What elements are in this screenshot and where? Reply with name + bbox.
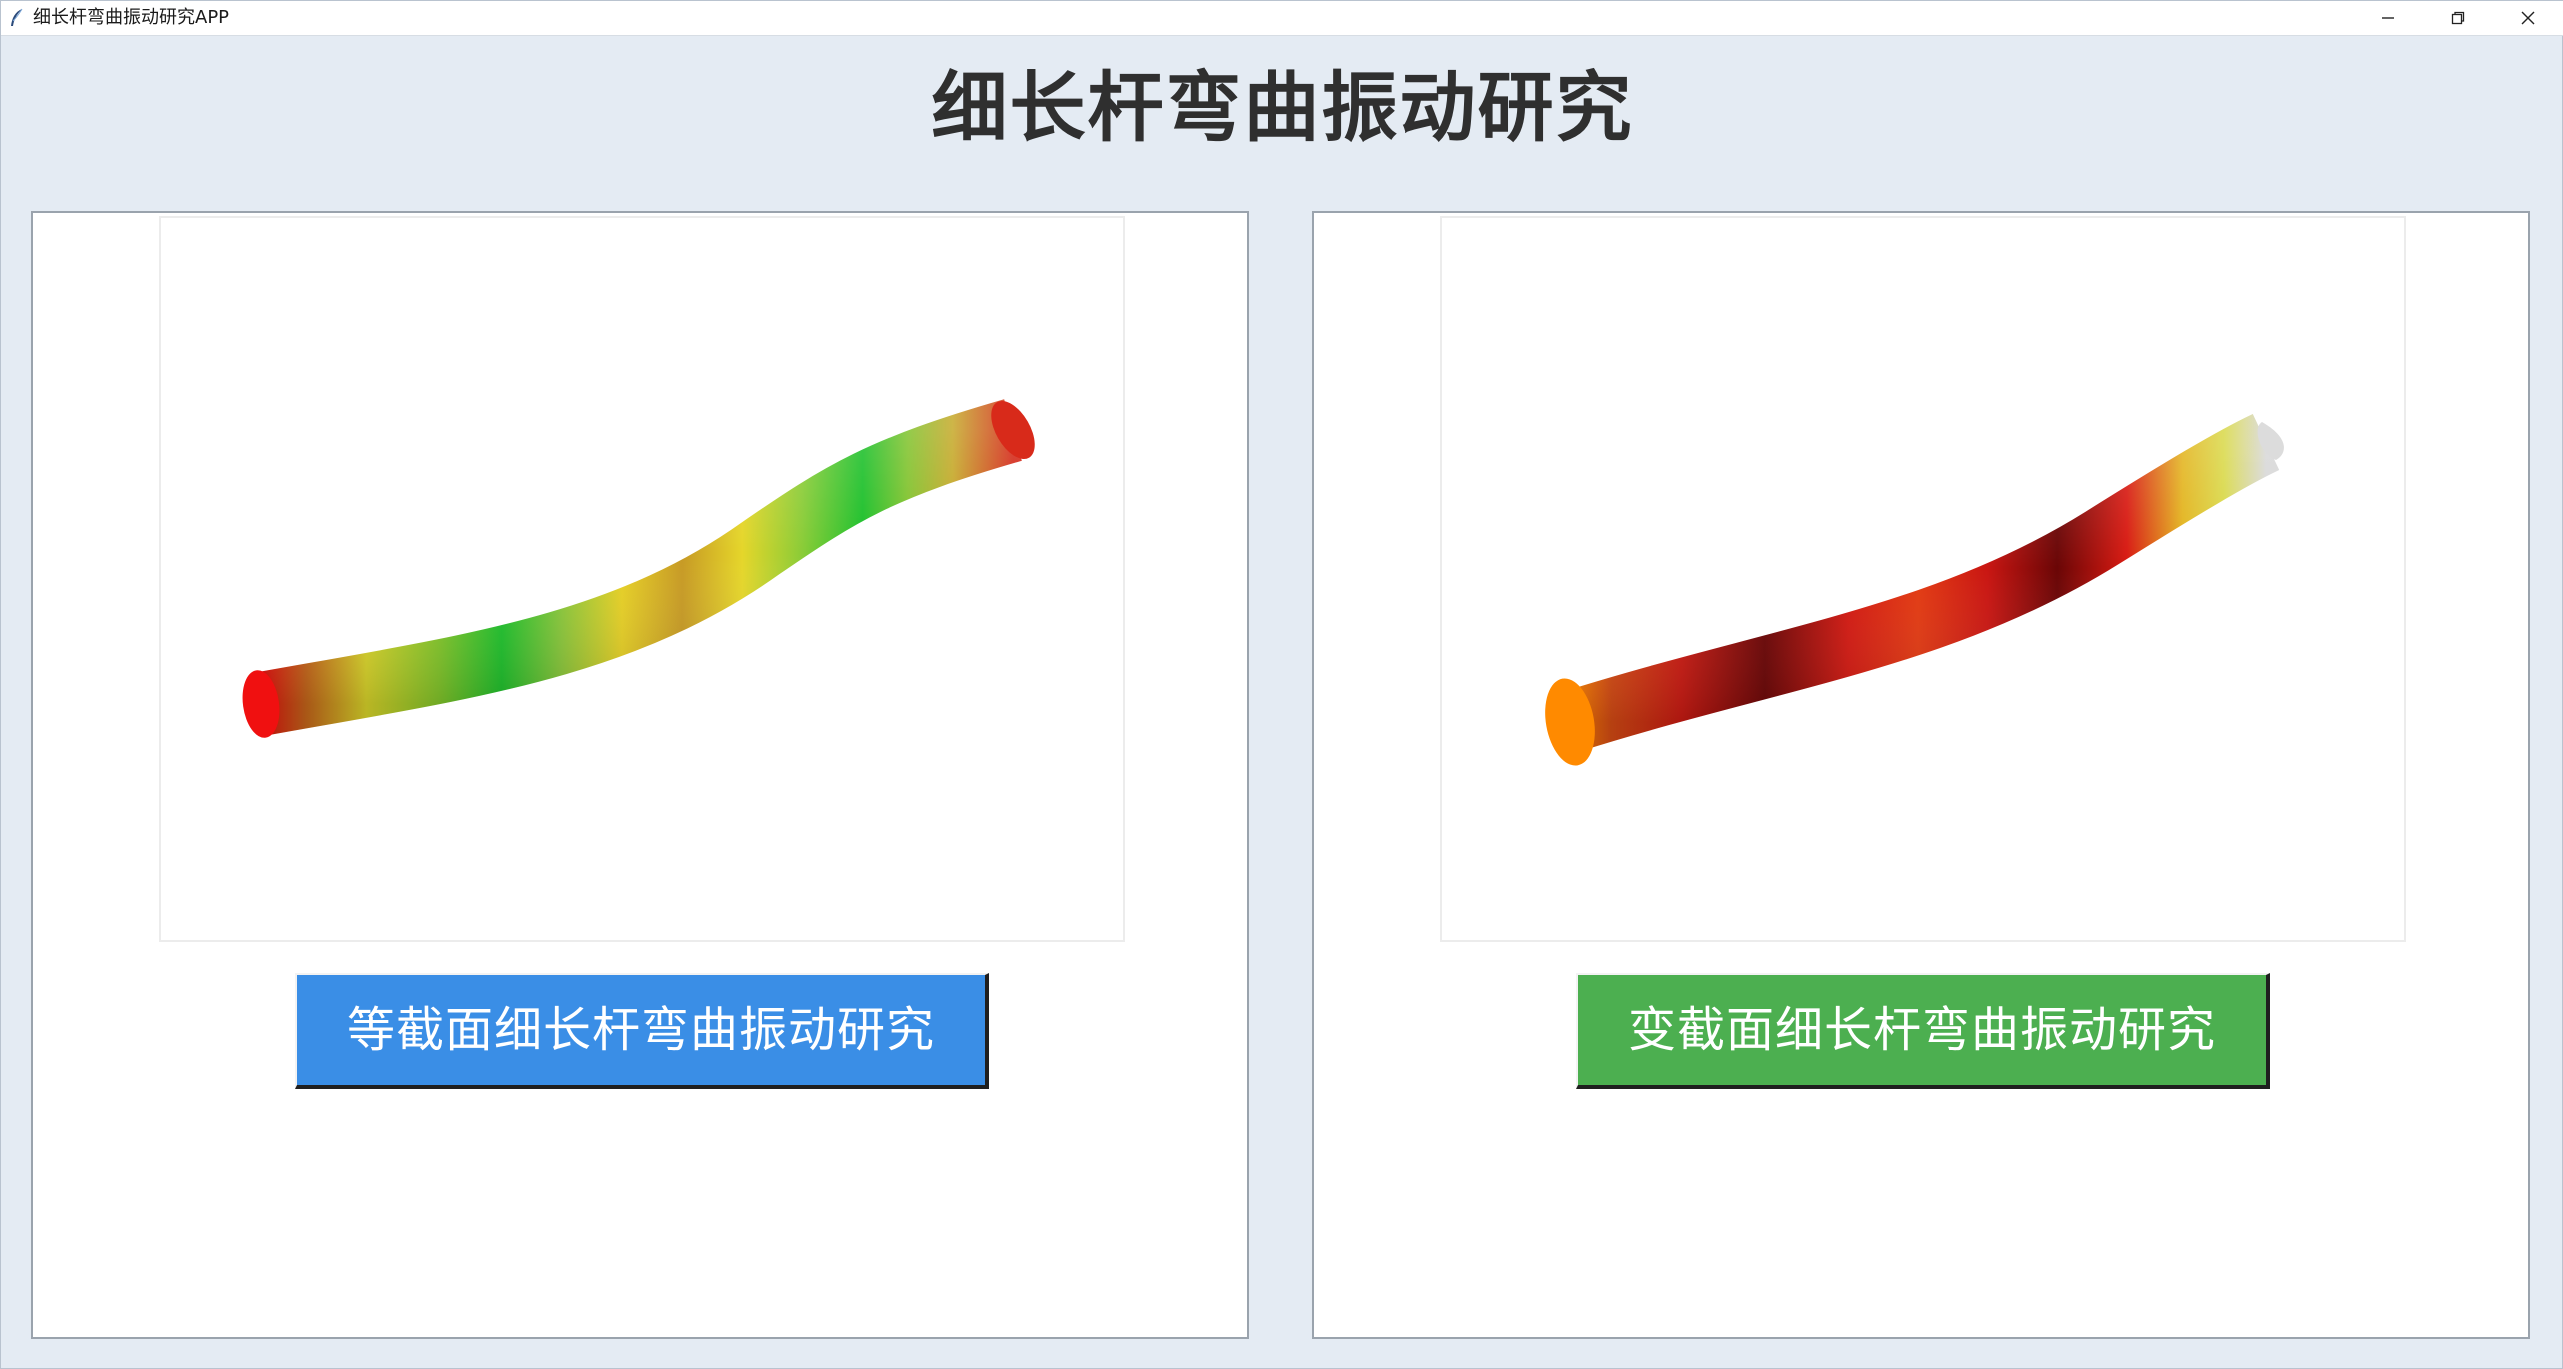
minimize-icon [2382, 17, 2394, 19]
app-window: 细长杆弯曲振动研究APP 细长杆弯曲振动研究 等截面细长杆弯曲振动研究 变截面细… [0, 0, 2563, 1369]
restore-icon [2451, 11, 2465, 25]
uniform-rod-image [159, 216, 1125, 942]
variable-rod-image [1440, 216, 2406, 942]
minimize-button[interactable] [2353, 1, 2423, 35]
variable-section-study-button[interactable]: 变截面细长杆弯曲振动研究 [1576, 973, 2270, 1089]
feather-app-icon [11, 8, 23, 26]
title-bar[interactable]: 细长杆弯曲振动研究APP [1, 1, 2563, 36]
close-button[interactable] [2493, 1, 2563, 35]
uniform-section-panel: 等截面细长杆弯曲振动研究 [31, 211, 1249, 1339]
uniform-section-study-button[interactable]: 等截面细长杆弯曲振动研究 [295, 973, 989, 1089]
variable-rod-render [1545, 413, 2284, 766]
close-icon [2521, 11, 2535, 25]
page-title: 细长杆弯曲振动研究 [931, 63, 1634, 152]
variable-section-panel: 变截面细长杆弯曲振动研究 [1312, 211, 2530, 1339]
uniform-rod-render [242, 399, 1035, 738]
window-title: 细长杆弯曲振动研究APP [33, 7, 230, 28]
restore-button[interactable] [2423, 1, 2493, 35]
